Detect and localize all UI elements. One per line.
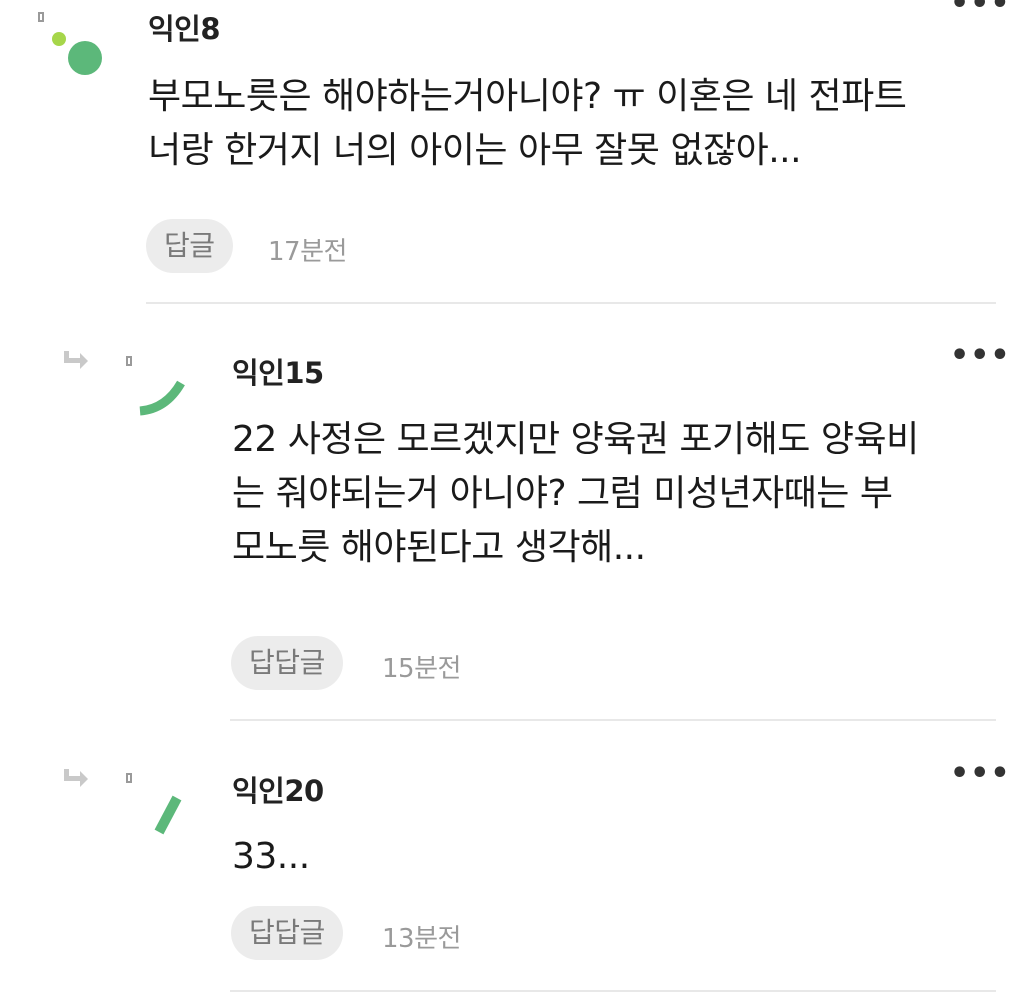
- reply-arrow-icon: [64, 351, 88, 369]
- comment-timestamp: 17분전: [268, 237, 347, 267]
- comment-text: 부모노릇은 해야하는거아니야? ㅠ 이혼은 네 전파트 너랑 한거지 너의 아이…: [148, 76, 907, 171]
- comment-author[interactable]: 익인15: [232, 350, 324, 392]
- avatar-placeholder-icon: [126, 356, 132, 366]
- reply-button[interactable]: 답글: [146, 219, 233, 273]
- comment-text: 22 사정은 모르겠지만 양육권 포기해도 양육비 는 줘야되는거 아니야? 그…: [232, 419, 919, 568]
- avatar-placeholder-icon: [126, 773, 132, 783]
- comment-author[interactable]: 익인8: [148, 6, 221, 48]
- reply-arrow-icon: [64, 769, 88, 787]
- comment-text: 33...: [232, 836, 310, 877]
- more-options-icon[interactable]: •••: [950, 0, 1011, 21]
- divider: [146, 302, 996, 304]
- avatar-placeholder-icon: [38, 12, 44, 22]
- avatar[interactable]: [46, 28, 106, 80]
- divider: [230, 719, 996, 721]
- divider: [230, 990, 996, 992]
- comment-timestamp: 15분전: [382, 654, 461, 684]
- more-options-icon[interactable]: •••: [950, 756, 1011, 791]
- avatar[interactable]: [136, 377, 192, 421]
- reply-button[interactable]: 답답글: [231, 906, 343, 960]
- comment-item: 익인15 ••• 22 사정은 모르겠지만 양육권 포기해도 양육비 는 줘야되…: [0, 305, 1024, 721]
- comment-author[interactable]: 익인20: [232, 768, 324, 810]
- reply-button[interactable]: 답답글: [231, 636, 343, 690]
- comment-item: 익인20 ••• 33... 답답글 13분전: [0, 722, 1024, 996]
- more-options-icon[interactable]: •••: [950, 338, 1011, 373]
- comment-timestamp: 13분전: [382, 924, 461, 954]
- avatar[interactable]: [150, 792, 186, 836]
- comment-item: 익인8 ••• 부모노릇은 해야하는거아니야? ㅠ 이혼은 네 전파트 너랑 한…: [0, 0, 1024, 305]
